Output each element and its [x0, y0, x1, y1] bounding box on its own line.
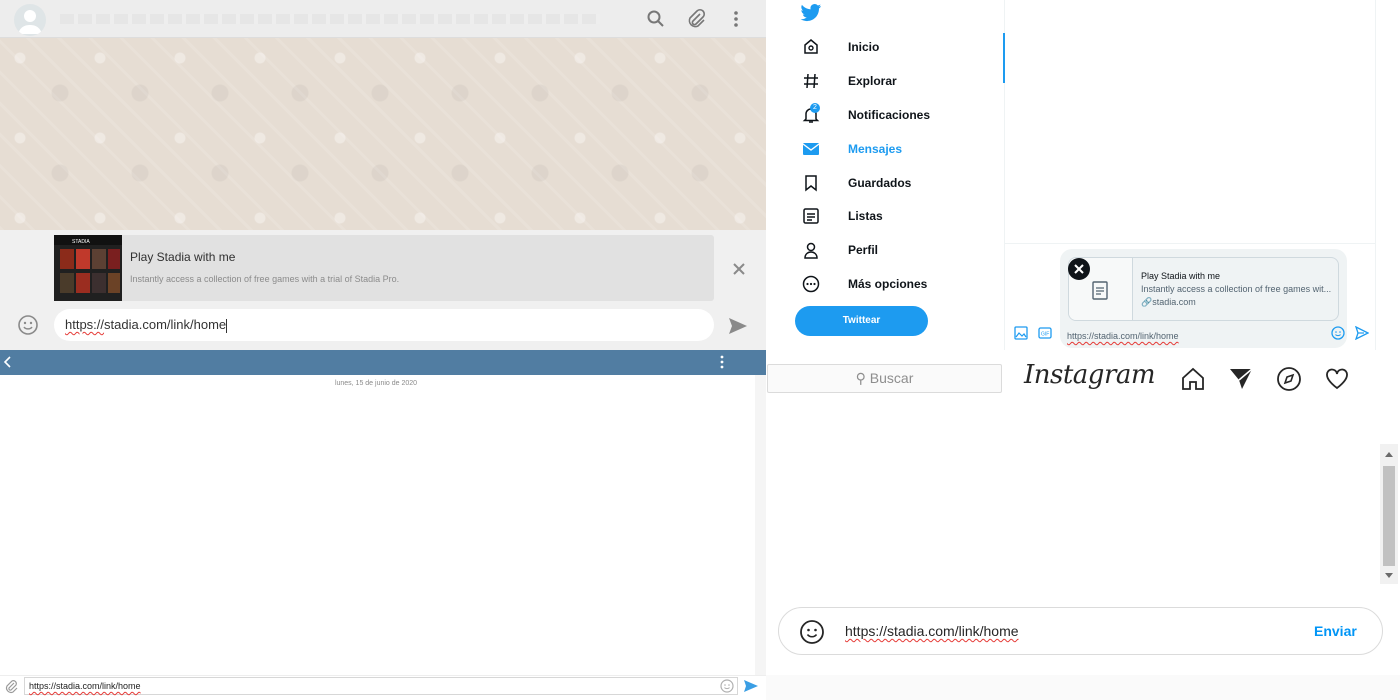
emoji-icon[interactable] — [1331, 326, 1345, 340]
link-preview-thumbnail: STADIA — [54, 235, 122, 301]
message-input[interactable]: https://stadia.com/link/home — [24, 677, 738, 695]
nav-item-guardados[interactable]: Guardados — [802, 171, 911, 195]
link-preview-title: Play Stadia with me — [130, 250, 236, 264]
nav-label: Guardados — [848, 176, 912, 190]
nav-label: Mensajes — [848, 142, 903, 156]
emoji-icon[interactable] — [799, 619, 825, 645]
compose-bar: https://stadia.com/link/home — [0, 675, 766, 700]
person-icon — [802, 241, 820, 259]
tweet-button[interactable]: Twittear — [795, 306, 928, 336]
twitter-pane: Inicio Explorar 2 Notificaciones Mensaje… — [766, 0, 1400, 350]
bookmark-icon — [802, 174, 820, 192]
scroll-down-icon[interactable] — [1384, 572, 1394, 580]
image-icon[interactable] — [1014, 326, 1028, 340]
home-icon[interactable] — [1180, 366, 1206, 392]
telegram-pane: lunes, 15 de junio de 2020 https://stadi… — [0, 350, 766, 700]
nav-label: Inicio — [848, 40, 880, 54]
envelope-icon — [802, 140, 820, 158]
date-separator: lunes, 15 de junio de 2020 — [334, 380, 418, 387]
bell-icon: 2 — [802, 103, 820, 124]
instagram-pane: ⚲ Buscar Instagram https://stadia.com/li… — [766, 350, 1400, 700]
close-icon[interactable] — [1068, 258, 1090, 280]
scrollbar-thumb[interactable] — [1383, 466, 1395, 566]
chat-header — [0, 0, 766, 38]
compass-icon[interactable] — [1276, 366, 1302, 392]
nav-label: Listas — [848, 209, 883, 223]
url-body: stadia.com/link/home — [104, 317, 227, 332]
url-prefix: https:// — [65, 317, 105, 332]
send-icon[interactable] — [727, 316, 749, 336]
nav-item-perfil[interactable]: Perfil — [802, 238, 878, 262]
hashtag-icon — [802, 72, 820, 90]
search-input[interactable]: ⚲ Buscar — [767, 364, 1002, 393]
link-preview-area: STADIA Play Stadia with me Instantly acc… — [0, 230, 766, 308]
link-preview[interactable]: STADIA Play Stadia with me Instantly acc… — [54, 235, 714, 301]
send-icon[interactable] — [1354, 325, 1370, 341]
text-caret — [226, 318, 228, 333]
message-input-value: https://stadia.com/link/home — [29, 681, 141, 691]
gif-icon[interactable]: GIF — [1038, 326, 1052, 340]
card-title: Play Stadia with me — [1141, 271, 1221, 281]
nav-label: Perfil — [848, 243, 879, 257]
scrollbar[interactable] — [1380, 444, 1398, 584]
link-preview-description: Instantly access a collection of free ga… — [130, 274, 400, 284]
emoji-icon[interactable] — [17, 314, 39, 336]
thumb-brand-text: STADIA — [72, 239, 90, 245]
link-icon: 🔗 — [1141, 297, 1153, 307]
nav-item-mensajes[interactable]: Mensajes — [802, 137, 902, 161]
message-input[interactable]: https://stadia.com/link/home — [845, 623, 1019, 639]
search-placeholder: Buscar — [869, 370, 914, 386]
nav-label: Más opciones — [848, 277, 928, 291]
scroll-up-icon[interactable] — [1384, 450, 1394, 458]
more-circle-icon — [802, 275, 820, 293]
direct-send-icon[interactable] — [1228, 366, 1254, 392]
nav-item-notificaciones[interactable]: 2 Notificaciones — [802, 103, 930, 127]
footer-area — [766, 675, 1400, 700]
paperclip-icon[interactable] — [685, 8, 707, 30]
more-vertical-icon[interactable] — [725, 8, 747, 30]
contact-name-redacted — [60, 14, 600, 24]
list-icon — [802, 207, 820, 225]
compose-bar: https://stadia.com/link/home — [0, 308, 766, 350]
emoji-icon[interactable] — [720, 679, 734, 693]
nav-item-mas-opciones[interactable]: Más opciones — [802, 272, 927, 296]
card-domain: 🔗stadia.com — [1141, 297, 1196, 308]
card-description: Instantly access a collection of free ga… — [1141, 284, 1332, 294]
nav-label: Notificaciones — [848, 108, 931, 122]
home-icon — [802, 38, 820, 56]
paperclip-icon[interactable] — [4, 679, 18, 695]
back-icon[interactable] — [2, 355, 14, 369]
composer-divider — [1004, 243, 1376, 244]
scrollbar[interactable] — [755, 375, 766, 675]
avatar[interactable] — [14, 4, 46, 36]
nav-label: Explorar — [848, 74, 897, 88]
message-compose: https://stadia.com/link/home Enviar — [778, 607, 1383, 655]
message-input-value: https://stadia.com/link/home — [845, 623, 1019, 639]
composer-text[interactable]: https://stadia.com/link/home — [1067, 331, 1179, 341]
heart-icon[interactable] — [1324, 366, 1350, 392]
search-icon[interactable] — [645, 8, 667, 30]
active-conversation-indicator — [1003, 33, 1005, 83]
nav-item-inicio[interactable]: Inicio — [802, 35, 879, 59]
nav-item-listas[interactable]: Listas — [802, 204, 883, 228]
instagram-logo[interactable]: Instagram — [1024, 360, 1156, 390]
link-card[interactable]: Play Stadia with me Instantly access a c… — [1068, 257, 1339, 321]
nav-item-explorar[interactable]: Explorar — [802, 69, 897, 93]
search-icon: ⚲ — [855, 370, 866, 386]
notification-badge: 2 — [810, 103, 820, 113]
card-domain-text: stadia.com — [1152, 297, 1196, 307]
more-vertical-icon[interactable] — [717, 354, 727, 370]
chat-title-bar — [0, 350, 766, 375]
chat-wallpaper — [0, 38, 766, 230]
svg-text:GIF: GIF — [1041, 332, 1049, 338]
send-button[interactable]: Enviar — [1314, 623, 1357, 639]
message-input[interactable]: https://stadia.com/link/home — [54, 309, 714, 341]
composer-text-value: https://stadia.com/link/home — [1067, 331, 1179, 341]
twitter-bird-icon[interactable] — [800, 3, 822, 23]
column-divider — [1375, 0, 1376, 350]
send-icon[interactable] — [743, 679, 759, 693]
close-icon[interactable] — [726, 256, 752, 282]
whatsapp-pane: STADIA Play Stadia with me Instantly acc… — [0, 0, 766, 350]
